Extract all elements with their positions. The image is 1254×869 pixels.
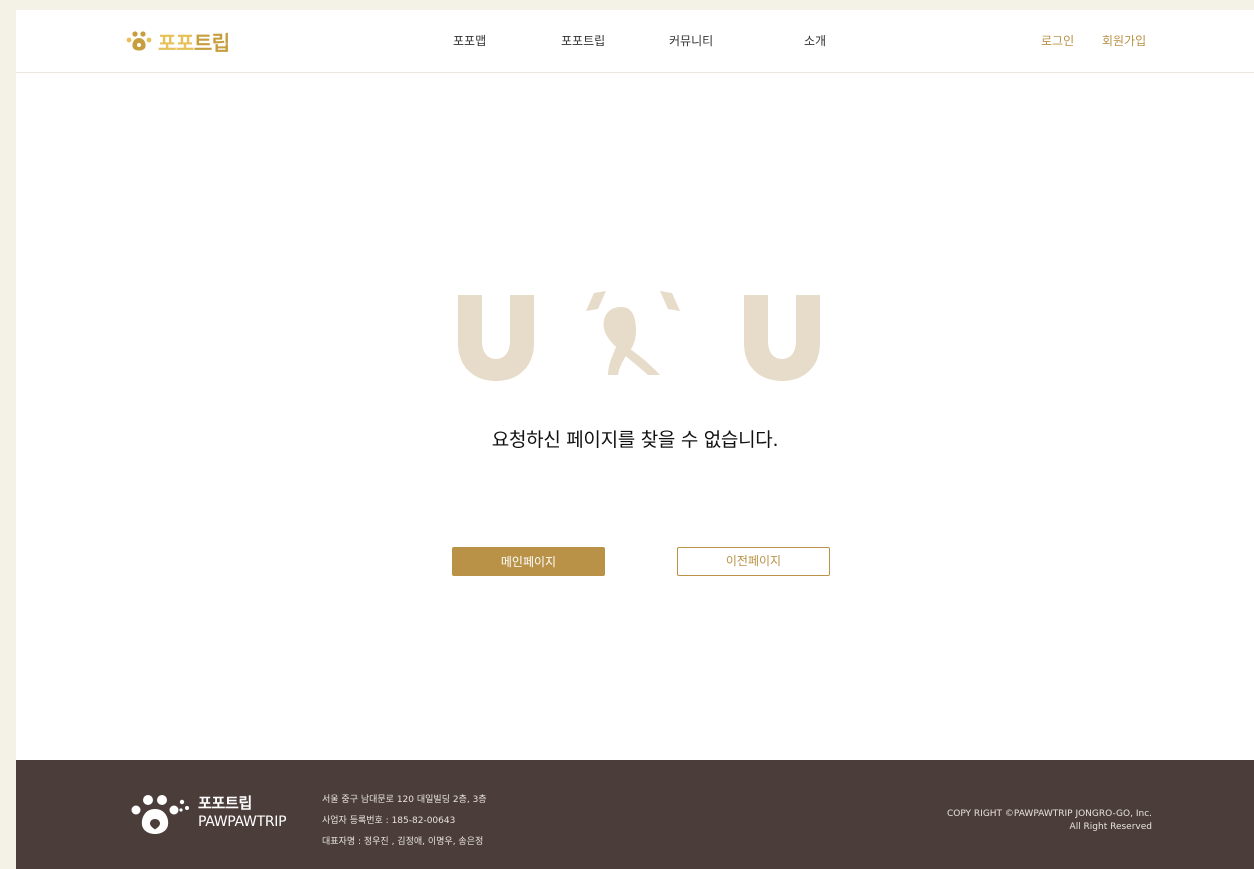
copyright-line-2: All Right Reserved [1069,822,1152,832]
footer-brand-en: PAWPAWTRIP [198,814,287,830]
footer: 포포트립 PAWPAWTRIP 서울 중구 남대문로 120 대일빌딩 2층, … [16,760,1254,869]
page: 포포트립 포포맵 포포트립 커뮤니티 소개 로그인 회원가입 요청하신 페이지를… [16,10,1254,869]
paw-icon [131,795,189,834]
header: 포포트립 포포맵 포포트립 커뮤니티 소개 로그인 회원가입 [16,10,1254,73]
nav-item-pawtrip[interactable]: 포포트립 [561,32,605,49]
nav-item-pawmap[interactable]: 포포맵 [453,32,486,49]
nav-item-community[interactable]: 커뮤니티 [669,32,713,49]
footer-representatives: 대표자명 : 정우진 , 김정애, 이명우, 송은정 [322,837,484,847]
footer-company-info: 서울 중구 남대문로 120 대일빌딩 2층, 3층 사업자 등록번호 : 18… [322,790,487,853]
nav-item-about[interactable]: 소개 [804,32,826,49]
dog-face-icon [458,291,820,381]
footer-brand-ko: 포포트립 [198,794,253,812]
copyright-line-1: COPY RIGHT ©PAWPAWTRIP JONGRO-GO, Inc. [946,809,1152,819]
error-message: 요청하신 페이지를 찾을 수 없습니다. [491,429,779,451]
login-link[interactable]: 로그인 [1041,32,1074,49]
previous-page-button[interactable]: 이전페이지 [677,547,830,576]
main-page-button[interactable]: 메인페이지 [452,547,605,576]
footer-business-number: 사업자 등록번호 : 185-82-00643 [322,816,456,826]
main-content: 요청하신 페이지를 찾을 수 없습니다. 메인페이지 이전페이지 [16,73,1254,760]
signup-link[interactable]: 회원가입 [1102,32,1146,49]
footer-address: 서울 중구 남대문로 120 대일빌딩 2층, 3층 [322,795,487,805]
footer-brand: 포포트립 PAWPAWTRIP [198,794,287,832]
footer-copyright: COPY RIGHT ©PAWPAWTRIP JONGRO-GO, Inc. A… [947,808,1152,834]
